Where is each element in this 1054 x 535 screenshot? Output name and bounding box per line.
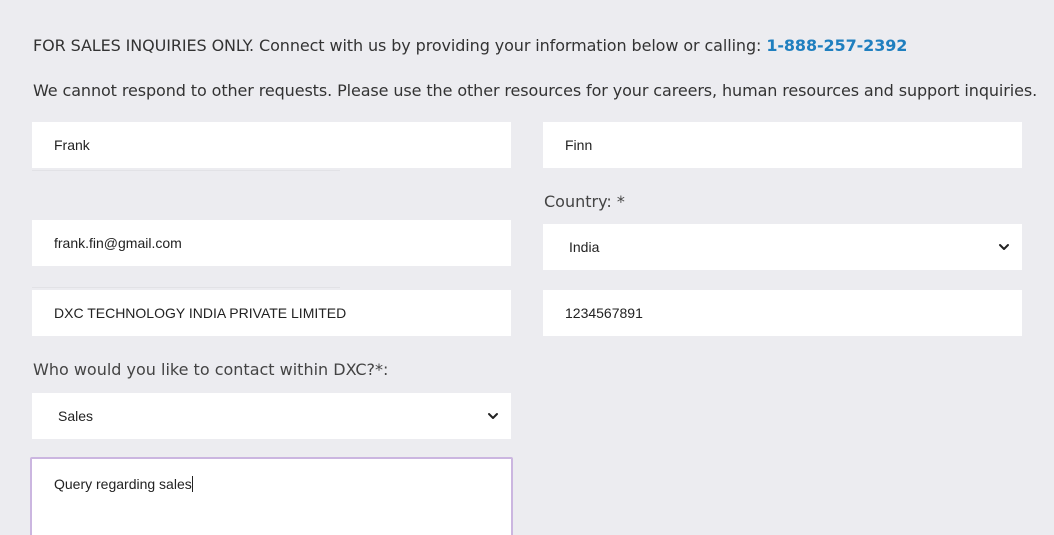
- divider: [32, 287, 340, 288]
- sales-notice: FOR SALES INQUIRIES ONLY. Connect with u…: [33, 36, 907, 55]
- contact-selected-value: Sales: [58, 408, 94, 424]
- first-name-field[interactable]: Frank: [32, 122, 511, 168]
- company-field[interactable]: DXC TECHNOLOGY INDIA PRIVATE LIMITED: [32, 290, 511, 336]
- email-field[interactable]: frank.fin@gmail.com: [32, 220, 511, 266]
- sales-inquiry-form-page: FOR SALES INQUIRIES ONLY. Connect with u…: [0, 0, 1054, 535]
- message-textarea[interactable]: Query regarding sales: [30, 457, 513, 535]
- sales-phone-link[interactable]: 1-888-257-2392: [766, 36, 907, 55]
- country-select[interactable]: India: [543, 224, 1022, 270]
- last-name-field[interactable]: Finn: [543, 122, 1022, 168]
- contact-select[interactable]: Sales: [32, 393, 511, 439]
- country-label: Country: *: [544, 192, 625, 211]
- message-text: Query regarding sales: [54, 476, 192, 492]
- phone-field[interactable]: 1234567891: [543, 290, 1022, 336]
- chevron-down-icon: [488, 413, 498, 419]
- sales-notice-text: FOR SALES INQUIRIES ONLY. Connect with u…: [33, 36, 767, 55]
- text-caret: [191, 476, 193, 492]
- contact-label: Who would you like to contact within DXC…: [33, 360, 389, 379]
- divider: [32, 170, 340, 171]
- other-requests-notice: We cannot respond to other requests. Ple…: [33, 81, 1038, 100]
- country-selected-value: India: [569, 239, 600, 255]
- chevron-down-icon: [999, 244, 1009, 250]
